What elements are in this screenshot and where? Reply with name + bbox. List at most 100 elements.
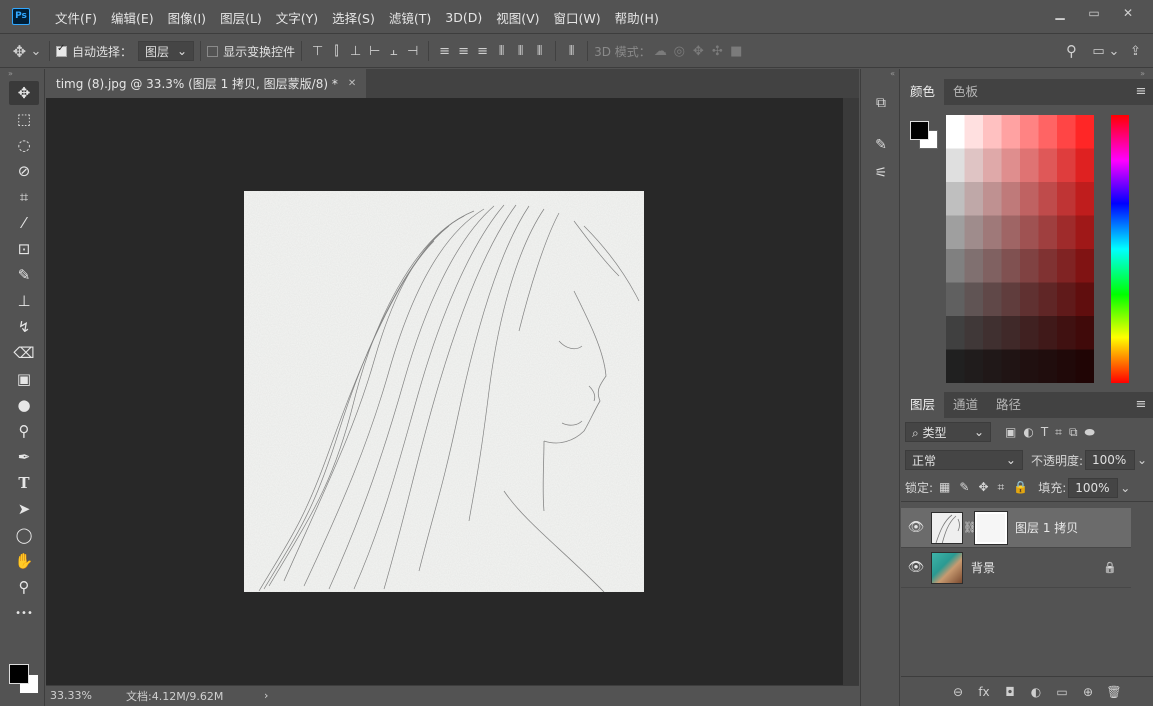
add-mask-icon[interactable]: ◘: [1001, 685, 1019, 699]
workspace-icon[interactable]: ▭: [1089, 44, 1108, 59]
menu-item[interactable]: 滤镜(T): [382, 8, 438, 27]
filter-adjustment-icon[interactable]: ◐: [1023, 425, 1033, 440]
search-icon[interactable]: ⚲: [1062, 42, 1081, 60]
distribute-top-icon[interactable]: ≡: [435, 44, 454, 59]
new-layer-icon[interactable]: ⊕: [1079, 685, 1097, 699]
filter-shape-icon[interactable]: ⌗: [1055, 425, 1062, 440]
chain-link-icon[interactable]: ⛓: [963, 521, 977, 534]
lock-transparent-icon[interactable]: ▦: [939, 480, 950, 495]
distribute-vcenter-icon[interactable]: ≡: [454, 44, 473, 59]
menu-item[interactable]: 选择(S): [325, 8, 382, 27]
tab-swatches[interactable]: 色板: [944, 79, 987, 105]
tool-preset-chevron-icon[interactable]: ⌄: [29, 44, 43, 59]
eye-icon[interactable]: 👁: [901, 560, 931, 575]
stamp-tool-icon[interactable]: ⊥: [9, 289, 39, 313]
menu-item[interactable]: 3D(D): [438, 10, 489, 25]
menu-item[interactable]: 文字(Y): [269, 8, 325, 27]
distribute-hcenter-icon[interactable]: ⦀: [511, 44, 530, 59]
crop-tool-icon[interactable]: ⌗: [9, 185, 39, 209]
lock-image-icon[interactable]: ✎: [959, 480, 969, 495]
ellipse-tool-icon[interactable]: ◯: [9, 523, 39, 547]
workspace-chevron-icon[interactable]: ⌄: [1108, 44, 1120, 59]
menu-item[interactable]: 窗口(W): [547, 8, 608, 27]
fill-input[interactable]: 100%: [1068, 477, 1119, 498]
distribute-bottom-icon[interactable]: ≡: [473, 44, 492, 59]
new-group-icon[interactable]: ▭: [1053, 685, 1071, 699]
align-vcenter-icon[interactable]: ⫿: [327, 44, 346, 59]
dodge-tool-icon[interactable]: ⚲: [9, 419, 39, 443]
fx-icon[interactable]: fx: [975, 685, 993, 699]
dock-collapse-icon[interactable]: «: [861, 69, 899, 79]
layer-row[interactable]: 👁 ⛓ 图层 1 拷贝: [901, 508, 1131, 548]
zoom-tool-icon[interactable]: ⚲: [9, 575, 39, 599]
filter-pixel-icon[interactable]: ▣: [1005, 425, 1016, 440]
layers-panel-menu-icon[interactable]: ≡: [1129, 392, 1153, 418]
color-panel-foreground-swatch[interactable]: [910, 121, 929, 140]
trash-icon[interactable]: 🗑: [1105, 685, 1123, 699]
filter-type-icon[interactable]: T: [1041, 425, 1048, 440]
adjustment-layer-icon[interactable]: ◐: [1027, 685, 1045, 699]
blur-tool-icon[interactable]: ●: [9, 393, 39, 417]
opacity-input[interactable]: 100%: [1085, 450, 1135, 470]
filter-toggle-icon[interactable]: ⬬: [1085, 425, 1095, 440]
auto-select-target-select[interactable]: 图层 ⌄: [138, 41, 195, 61]
marquee-tool-icon[interactable]: ⬚: [9, 107, 39, 131]
blend-mode-select[interactable]: 正常 ⌄: [905, 450, 1023, 470]
brush-settings-icon[interactable]: ✎: [867, 133, 895, 157]
layer-row[interactable]: 👁 背景 🔒: [901, 548, 1131, 588]
align-right-icon[interactable]: ⊣: [403, 44, 422, 59]
properties-panel-icon[interactable]: ⚟: [867, 161, 895, 185]
drag-3d-icon[interactable]: ✥: [689, 44, 708, 59]
eraser-tool-icon[interactable]: ⌫: [9, 341, 39, 365]
color-panel-menu-icon[interactable]: ≡: [1129, 79, 1153, 105]
move-icon[interactable]: ✥: [10, 42, 29, 61]
distribute-left-icon[interactable]: ⦀: [492, 44, 511, 59]
eye-icon[interactable]: 👁: [901, 520, 931, 535]
minimize-button[interactable]: ▁: [1045, 4, 1075, 22]
vertical-scrollbar[interactable]: [843, 98, 859, 685]
layer-filter-select[interactable]: ⌕ 类型 ⌄: [905, 422, 991, 442]
auto-align-icon[interactable]: ⫴: [562, 44, 581, 59]
camera-3d-icon[interactable]: ■: [727, 44, 746, 59]
menu-item[interactable]: 图像(I): [161, 8, 213, 27]
layer-mask-thumbnail[interactable]: [974, 510, 1008, 545]
quick-select-tool-icon[interactable]: ⊘: [9, 159, 39, 183]
color-ramp-field[interactable]: [946, 115, 1094, 383]
distribute-right-icon[interactable]: ⦀: [530, 44, 549, 59]
zoom-level[interactable]: 33.33%: [46, 689, 126, 702]
fill-chevron-icon[interactable]: ⌄: [1118, 481, 1132, 495]
lock-position-icon[interactable]: ✥: [978, 480, 988, 495]
close-icon[interactable]: ✕: [348, 78, 356, 89]
tools-panel-collapse-icon[interactable]: »: [0, 69, 44, 79]
align-hcenter-icon[interactable]: ⫠: [384, 44, 403, 59]
pen-tool-icon[interactable]: ✒: [9, 445, 39, 469]
menu-item[interactable]: 编辑(E): [104, 8, 161, 27]
opacity-chevron-icon[interactable]: ⌄: [1135, 453, 1149, 467]
tab-paths[interactable]: 路径: [987, 392, 1030, 418]
path-select-tool-icon[interactable]: ➤: [9, 497, 39, 521]
roll-3d-icon[interactable]: ◎: [670, 44, 689, 59]
document-tab[interactable]: timg (8).jpg @ 33.3% (图层 1 拷贝, 图层蒙版/8) *…: [46, 69, 367, 98]
tab-color[interactable]: 颜色: [901, 79, 945, 105]
share-icon[interactable]: ⇪: [1126, 44, 1145, 59]
document-image-pencil-sketch[interactable]: [244, 191, 644, 592]
foreground-color-swatch[interactable]: [9, 664, 29, 684]
filter-smart-object-icon[interactable]: ⧉: [1069, 425, 1078, 440]
canvas-area[interactable]: [46, 98, 843, 685]
eyedropper-tool-icon[interactable]: ⁄: [9, 211, 39, 235]
orbit-3d-icon[interactable]: ☁: [651, 44, 670, 59]
more-tools-icon[interactable]: •••: [9, 601, 39, 625]
hue-slider[interactable]: [1111, 115, 1129, 383]
menu-item[interactable]: 帮助(H): [608, 8, 666, 27]
gradient-tool-icon[interactable]: ▣: [9, 367, 39, 391]
tab-layers[interactable]: 图层: [901, 392, 945, 418]
link-layers-icon[interactable]: ⊖: [949, 685, 967, 699]
brush-tool-icon[interactable]: ✎: [9, 263, 39, 287]
show-transform-checkbox[interactable]: [207, 45, 219, 57]
close-button[interactable]: ✕: [1113, 4, 1143, 22]
type-tool-icon[interactable]: T: [9, 471, 39, 495]
menu-item[interactable]: 图层(L): [213, 8, 269, 27]
tab-channels[interactable]: 通道: [944, 392, 987, 418]
history-brush-tool-icon[interactable]: ↯: [9, 315, 39, 339]
hand-tool-icon[interactable]: ✋: [9, 549, 39, 573]
